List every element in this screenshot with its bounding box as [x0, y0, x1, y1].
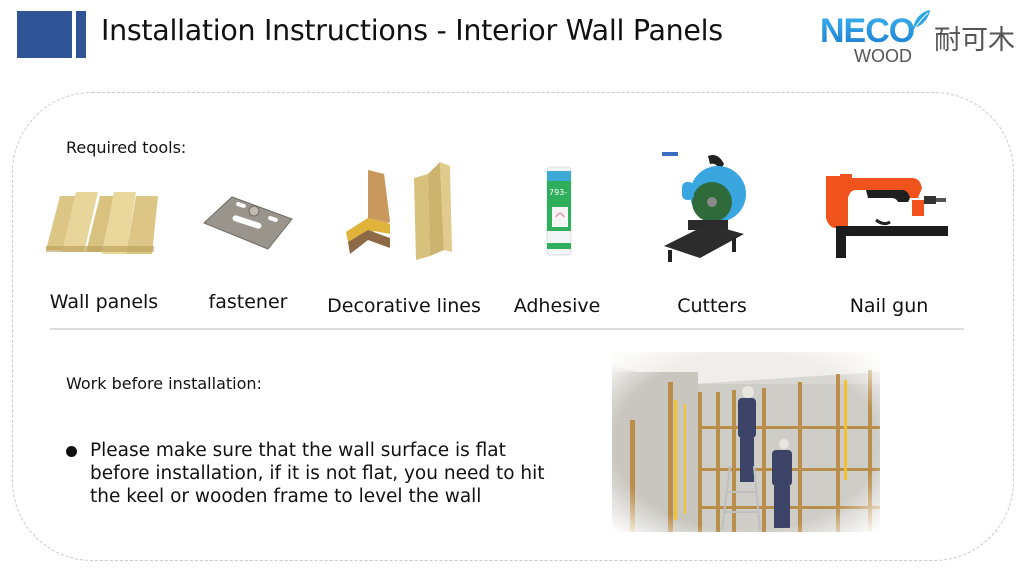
header-accent-block: [17, 11, 72, 58]
logo-chinese-text: 耐可木: [934, 25, 1015, 56]
adhesive-tube-label: 793-: [549, 188, 567, 197]
section-divider: [50, 328, 964, 330]
bullet-text: Please make sure that the wall surface i…: [90, 440, 545, 507]
fastener-image: [203, 196, 293, 250]
page-title: Installation Instructions - Interior Wal…: [101, 14, 723, 47]
bullet-icon: [66, 446, 77, 457]
tool-label-nail-gun: Nail gun: [849, 295, 929, 317]
adhesive-tube-image: 793-: [546, 166, 572, 256]
cutter-saw-image: [662, 152, 746, 262]
tool-label-adhesive: Adhesive: [513, 295, 601, 317]
leaf-icon: [913, 10, 930, 30]
tool-label-cutters: Cutters: [677, 295, 747, 317]
neco-wood-logo: NECO WOOD 耐可木: [820, 8, 1020, 68]
tool-label-wall-panels: Wall panels: [49, 291, 159, 313]
logo-wood-text: WOOD: [854, 46, 912, 66]
wall-panels-image: [46, 192, 158, 254]
required-tools-label: Required tools:: [66, 138, 187, 157]
tool-label-fastener: fastener: [208, 291, 288, 313]
decorative-lines-image: [346, 162, 452, 260]
tool-label-decorative-lines: Decorative lines: [327, 295, 481, 317]
header-accent-bar: [76, 11, 86, 58]
nail-gun-image: [826, 174, 948, 258]
work-before-label: Work before installation:: [66, 374, 262, 393]
workers-installing-keel-frame-photo: [612, 352, 880, 532]
